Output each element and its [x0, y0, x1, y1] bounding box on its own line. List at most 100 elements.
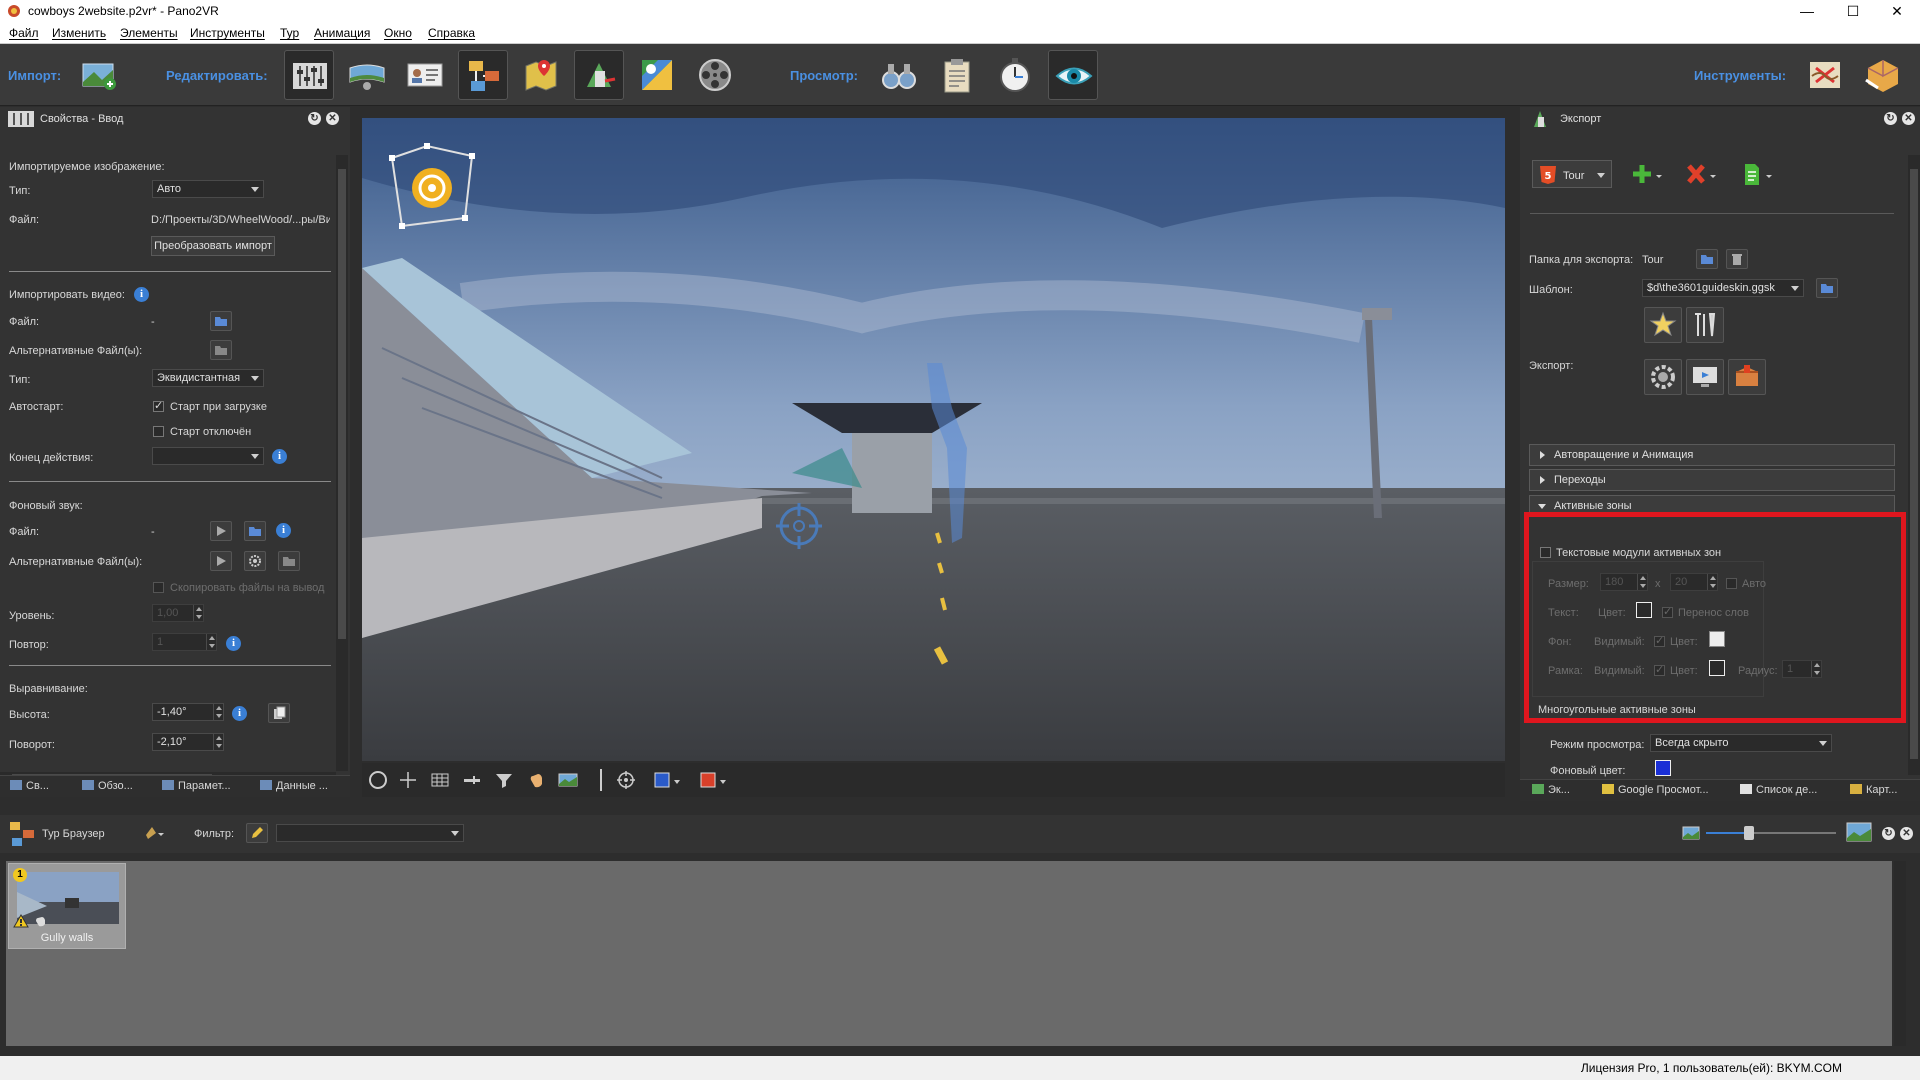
- menu-window[interactable]: Окно: [384, 26, 412, 40]
- export-scrollbar[interactable]: [1908, 155, 1920, 775]
- panel-float-button[interactable]: ↻: [1884, 112, 1897, 125]
- tab-data[interactable]: Данные ...: [260, 776, 328, 798]
- export-folder-open-button[interactable]: [1696, 249, 1718, 269]
- preview-button[interactable]: [874, 50, 924, 100]
- video-file-open-button[interactable]: [210, 311, 232, 331]
- export-preview-button[interactable]: [1686, 359, 1724, 395]
- height-input[interactable]: -1,40°: [152, 703, 224, 721]
- tab-parameters[interactable]: Парамет...: [162, 776, 231, 798]
- polygon-bg-color-swatch[interactable]: [1655, 760, 1671, 776]
- menu-tools[interactable]: Инструменты: [190, 26, 265, 40]
- patch-button[interactable]: [494, 770, 514, 790]
- template-open-button[interactable]: [1816, 278, 1838, 298]
- alt-sound-play-button[interactable]: [210, 551, 232, 571]
- spin-arrows-icon[interactable]: [206, 634, 216, 650]
- menu-file[interactable]: Файл: [9, 26, 39, 40]
- level-input[interactable]: 1,00: [152, 604, 204, 622]
- scrollbar-thumb[interactable]: [338, 169, 346, 639]
- grid-button[interactable]: [430, 770, 450, 790]
- add-point-button[interactable]: [398, 770, 418, 790]
- panel-float-button[interactable]: ↻: [1882, 827, 1895, 840]
- menu-animation[interactable]: Анимация: [314, 26, 370, 40]
- template-favorite-button[interactable]: [1644, 307, 1682, 343]
- info-icon[interactable]: i: [272, 449, 287, 464]
- import-panorama-button[interactable]: [74, 50, 124, 100]
- tour-browser-scrollbar[interactable]: [1894, 861, 1906, 1046]
- start-disabled-checkbox[interactable]: [153, 426, 164, 437]
- spin-arrows-icon[interactable]: [213, 734, 223, 750]
- template-edit-button[interactable]: [1686, 307, 1724, 343]
- alt-sound-settings-button[interactable]: [244, 551, 266, 571]
- alt-sound-open-button[interactable]: [278, 551, 300, 571]
- tour-browser-edit-button[interactable]: [458, 50, 508, 100]
- end-action-select[interactable]: [152, 447, 264, 465]
- minimize-button[interactable]: —: [1784, 0, 1830, 22]
- maps-button[interactable]: [516, 50, 566, 100]
- template-select[interactable]: $d\the3601guideskin.ggsk: [1642, 279, 1804, 297]
- animation-button[interactable]: [690, 50, 740, 100]
- spin-arrows-icon[interactable]: [193, 605, 203, 621]
- image-type-select[interactable]: Авто: [152, 180, 264, 198]
- close-window-button[interactable]: ✕: [1874, 0, 1920, 22]
- repeat-input[interactable]: 1: [152, 633, 217, 651]
- export-folder-delete-button[interactable]: [1726, 249, 1748, 269]
- spin-arrows-icon[interactable]: [213, 704, 223, 720]
- transitions-section-toggle[interactable]: Переходы: [1529, 469, 1895, 491]
- viewing-parameters-button[interactable]: [342, 50, 392, 100]
- view-mode-select[interactable]: Всегда скрыто: [1650, 734, 1832, 752]
- menu-tour[interactable]: Тур: [280, 26, 299, 40]
- panel-close-button[interactable]: ✕: [326, 112, 339, 125]
- panel-close-button[interactable]: ✕: [1900, 827, 1913, 840]
- info-icon[interactable]: i: [232, 706, 247, 721]
- viewer-button[interactable]: [1048, 50, 1098, 100]
- auto-align-button[interactable]: [268, 703, 290, 723]
- tool-map-button[interactable]: [1800, 50, 1850, 100]
- google-street-view-button[interactable]: [632, 50, 682, 100]
- image-view-button[interactable]: [558, 770, 578, 790]
- copy-files-checkbox[interactable]: [153, 582, 164, 593]
- panel-float-button[interactable]: ↻: [308, 112, 321, 125]
- sound-play-button[interactable]: [210, 521, 232, 541]
- maximize-button[interactable]: ☐: [1830, 0, 1876, 22]
- output-options-button[interactable]: [1742, 163, 1774, 187]
- properties-scrollbar[interactable]: [336, 155, 348, 771]
- sound-file-open-button[interactable]: [244, 521, 266, 541]
- thumbnail-size-slider[interactable]: [1706, 826, 1836, 840]
- start-on-load-checkbox[interactable]: [153, 399, 164, 412]
- tab-google-street-view[interactable]: Google Просмот...: [1602, 780, 1709, 802]
- filter-select[interactable]: [276, 824, 464, 842]
- output-list-button[interactable]: [932, 50, 982, 100]
- target-button[interactable]: [616, 770, 636, 790]
- sort-dropdown[interactable]: [142, 823, 166, 843]
- info-icon[interactable]: i: [276, 523, 291, 538]
- slider-handle[interactable]: [1744, 826, 1754, 840]
- panorama-viewport[interactable]: [362, 118, 1505, 761]
- rotation-input[interactable]: -2,10°: [152, 733, 224, 751]
- measure-button[interactable]: [462, 770, 482, 790]
- video-type-select[interactable]: Эквидистантная: [152, 369, 264, 387]
- skin-editor-button[interactable]: [574, 50, 624, 100]
- panorama-thumbnail[interactable]: 1 Gully walls: [8, 863, 126, 949]
- alt-files-open-button[interactable]: [210, 340, 232, 360]
- blue-color-dropdown[interactable]: [654, 770, 688, 790]
- export-package-button[interactable]: [1728, 359, 1766, 395]
- tab-list[interactable]: Список де...: [1740, 780, 1817, 802]
- convert-import-button[interactable]: Преобразовать импорт: [151, 236, 275, 256]
- info-icon[interactable]: i: [134, 287, 149, 302]
- menu-help[interactable]: Справка: [428, 26, 475, 40]
- properties-button[interactable]: [284, 50, 334, 100]
- menu-edit[interactable]: Изменить: [52, 26, 106, 40]
- menu-elements[interactable]: Элементы: [120, 26, 178, 40]
- red-color-dropdown[interactable]: [700, 770, 734, 790]
- tab-export[interactable]: Эк...: [1532, 780, 1570, 802]
- scrollbar-thumb[interactable]: [1910, 169, 1918, 759]
- hand-button[interactable]: [526, 770, 546, 790]
- panel-close-button[interactable]: ✕: [1902, 112, 1915, 125]
- tool-convert-button[interactable]: [1858, 50, 1908, 100]
- tour-browser-area[interactable]: 1 Gully walls: [6, 861, 1892, 1046]
- tab-overview[interactable]: Обзо...: [82, 776, 133, 798]
- tab-properties[interactable]: Св...: [10, 776, 49, 798]
- filter-edit-button[interactable]: [246, 823, 268, 843]
- output-format-dropdown[interactable]: 5 Tour: [1532, 160, 1612, 188]
- export-settings-button[interactable]: [1644, 359, 1682, 395]
